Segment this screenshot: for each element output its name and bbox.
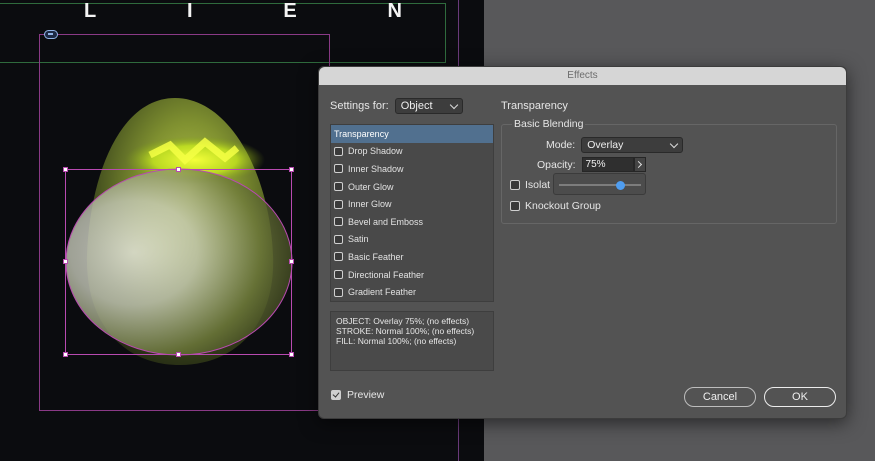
title-letters: L I E N	[84, 0, 404, 22]
title-letter: L	[84, 0, 99, 22]
opacity-row: Opacity: 75%	[537, 157, 646, 172]
section-title: Transparency	[501, 100, 568, 112]
resize-handle[interactable]	[63, 167, 68, 172]
mode-select[interactable]: Overlay	[581, 137, 684, 153]
summary-line-object: OBJECT: Overlay 75%; (no effects)	[336, 316, 470, 326]
ok-button[interactable]: OK	[764, 387, 836, 407]
effect-checkbox[interactable]	[334, 287, 343, 297]
chevron-right-icon	[634, 160, 643, 169]
effect-item-inner-glow[interactable]: Inner Glow	[331, 195, 493, 213]
effect-item-drop-shadow[interactable]: Drop Shadow	[331, 143, 493, 161]
effect-item-transparency[interactable]: Transparency	[331, 125, 493, 143]
resize-handle[interactable]	[289, 352, 294, 357]
isolate-row[interactable]: Isolat	[510, 179, 550, 191]
opacity-slider-popup	[553, 173, 646, 195]
resize-handle[interactable]	[63, 352, 68, 357]
dialog-title[interactable]: Effects	[319, 67, 846, 85]
isolate-label: Isolat	[525, 179, 551, 191]
mode-row: Mode: Overlay	[546, 137, 684, 153]
effect-item-bevel-emboss[interactable]: Bevel and Emboss	[331, 213, 493, 231]
resize-handle[interactable]	[289, 259, 294, 264]
selection-bounding-box[interactable]	[65, 169, 292, 355]
mode-value: Overlay	[587, 139, 624, 151]
isolate-checkbox[interactable]	[510, 180, 520, 190]
effect-label: Inner Shadow	[348, 163, 404, 174]
effect-label: Gradient Feather	[348, 287, 417, 298]
resize-handle[interactable]	[63, 259, 68, 264]
effect-label: Satin	[348, 234, 369, 245]
effect-label: Outer Glow	[348, 181, 394, 192]
effect-item-satin[interactable]: Satin	[331, 231, 493, 249]
effect-label: Bevel and Emboss	[348, 216, 424, 227]
chevron-down-icon	[449, 100, 458, 109]
effect-checkbox[interactable]	[334, 182, 343, 192]
knockout-checkbox[interactable]	[510, 201, 520, 211]
effect-item-basic-feather[interactable]: Basic Feather	[331, 248, 493, 266]
effect-checkbox[interactable]	[334, 234, 343, 244]
opacity-slider-thumb[interactable]	[616, 180, 625, 190]
resize-handle[interactable]	[176, 167, 181, 172]
knockout-row[interactable]: Knockout Group	[510, 200, 601, 212]
opacity-slider-track[interactable]	[559, 180, 641, 190]
effect-item-outer-glow[interactable]: Outer Glow	[331, 178, 493, 196]
effect-item-inner-shadow[interactable]: Inner Shadow	[331, 160, 493, 178]
summary-line-fill: FILL: Normal 100%; (no effects)	[336, 336, 457, 346]
settings-for-select[interactable]: Object	[394, 98, 463, 114]
title-letter: I	[187, 0, 195, 22]
effect-checkbox[interactable]	[334, 270, 343, 280]
title-letter: N	[387, 0, 404, 22]
effect-checkbox[interactable]	[334, 164, 343, 174]
effect-checkbox[interactable]	[334, 146, 343, 156]
effect-item-directional-feather[interactable]: Directional Feather	[331, 266, 493, 284]
opacity-label: Opacity:	[537, 158, 576, 171]
effect-label: Drop Shadow	[348, 146, 403, 157]
opacity-slider-toggle[interactable]	[633, 157, 646, 172]
title-letter: E	[283, 0, 299, 22]
settings-for-row: Settings for: Object	[330, 98, 463, 114]
effect-checkbox[interactable]	[334, 199, 343, 209]
effect-label: Basic Feather	[348, 251, 404, 262]
effect-checkbox[interactable]	[334, 217, 343, 227]
summary-line-stroke: STROKE: Normal 100%; (no effects)	[336, 326, 475, 336]
effect-item-gradient-feather[interactable]: Gradient Feather	[331, 283, 493, 301]
opacity-input[interactable]: 75%	[581, 157, 634, 172]
cancel-button[interactable]: Cancel	[684, 387, 756, 407]
effects-dialog: Effects Settings for: Object Transparenc…	[318, 66, 847, 419]
preview-row[interactable]: Preview	[331, 389, 384, 401]
effect-label: Inner Glow	[348, 199, 392, 210]
preview-checkbox[interactable]	[331, 390, 341, 400]
effect-label: Transparency	[334, 128, 389, 139]
group-title: Basic Blending	[512, 118, 586, 130]
effects-list: Transparency Drop Shadow Inner Shadow Ou…	[330, 124, 494, 302]
effect-checkbox[interactable]	[334, 252, 343, 262]
settings-for-label: Settings for:	[330, 100, 389, 112]
mode-label: Mode:	[546, 139, 576, 151]
chevron-down-icon	[669, 139, 679, 148]
link-icon[interactable]	[44, 30, 58, 39]
settings-for-value: Object	[400, 100, 433, 112]
resize-handle[interactable]	[289, 167, 294, 172]
knockout-label: Knockout Group	[525, 200, 601, 212]
effects-summary: OBJECT: Overlay 75%; (no effects) STROKE…	[330, 311, 494, 371]
effect-label: Directional Feather	[348, 269, 425, 280]
resize-handle[interactable]	[176, 352, 181, 357]
preview-label: Preview	[347, 389, 385, 401]
